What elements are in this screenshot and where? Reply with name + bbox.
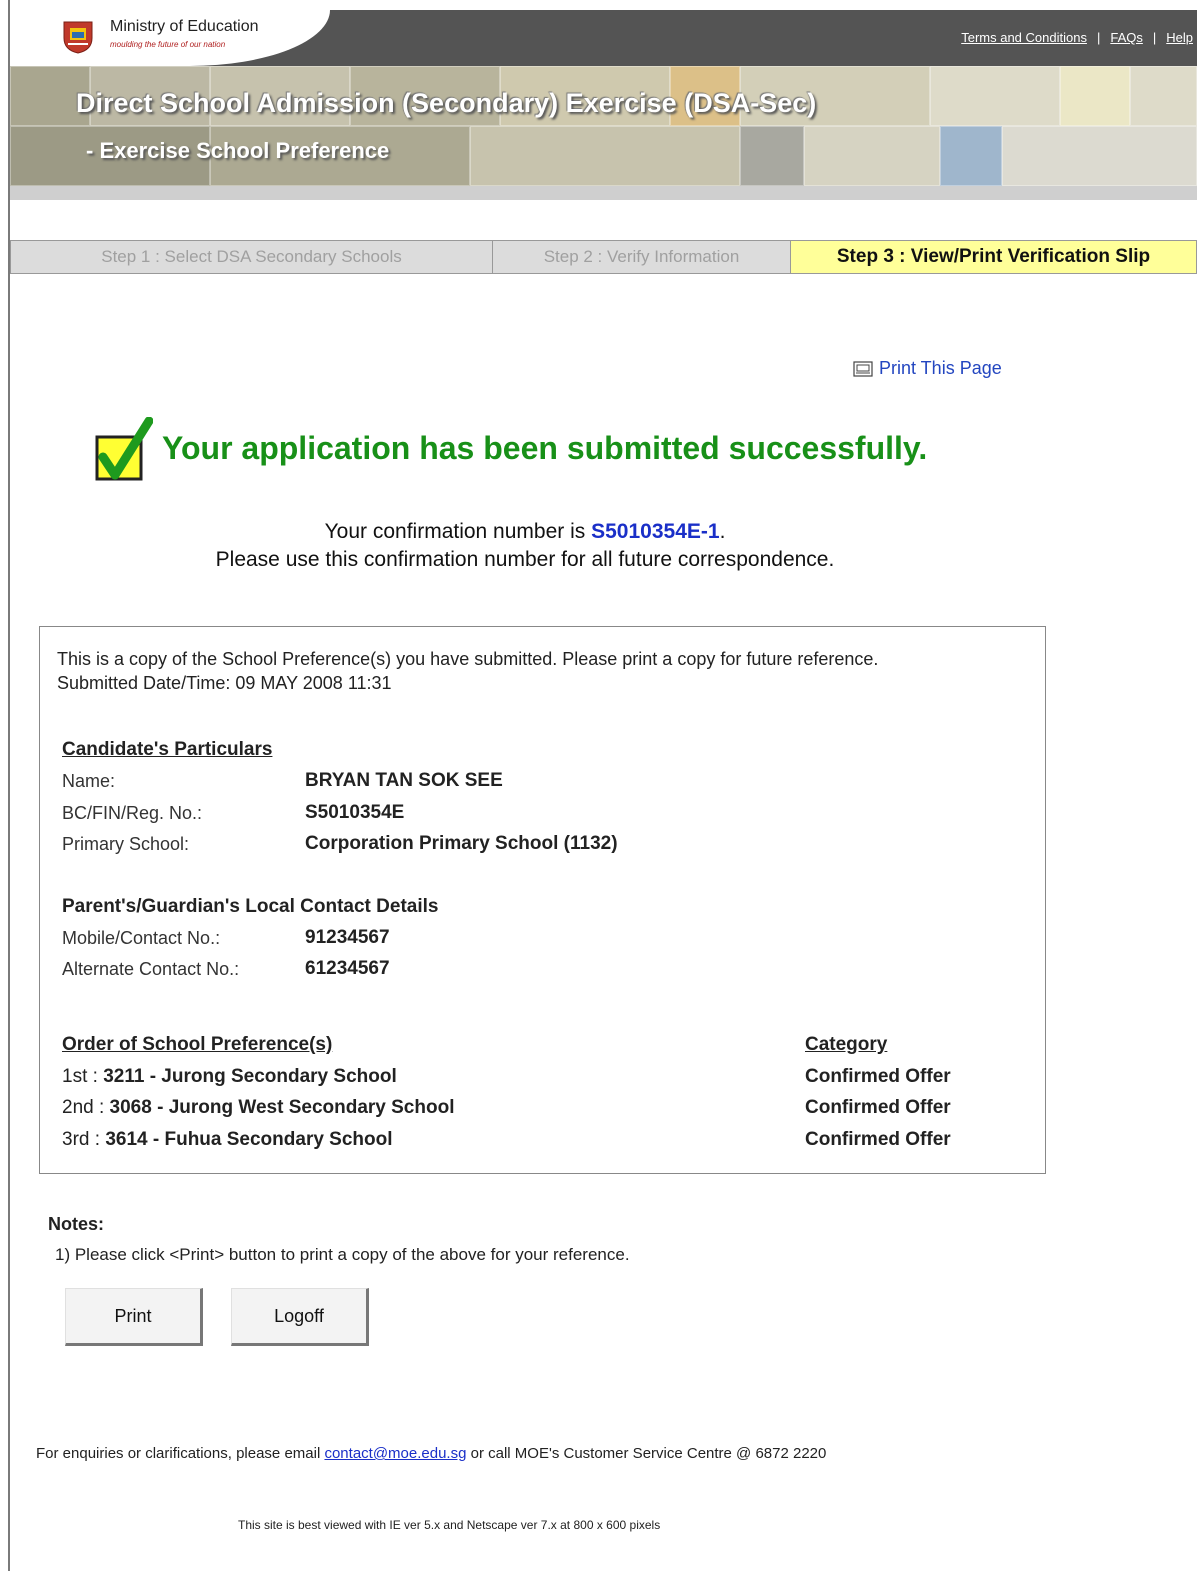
- banner-tile: [1060, 66, 1130, 126]
- enquiry-prefix: For enquiries or clarifications, please …: [36, 1445, 325, 1462]
- preference-category: Confirmed Offer: [805, 1066, 951, 1087]
- print-this-page-label: Print This Page: [879, 358, 1002, 378]
- primary-school-value: Corporation Primary School (1132): [305, 833, 618, 854]
- link-separator: |: [1096, 30, 1101, 45]
- step-2-verify-information: Step 2 : Verify Information: [493, 241, 791, 273]
- confirmation-number: S5010354E-1: [591, 520, 720, 543]
- contact-email-link[interactable]: contact@moe.edu.sg: [324, 1445, 466, 1462]
- candidate-particulars-title: Candidate's Particulars: [62, 739, 273, 760]
- preference-row: 3rd : 3614 - Fuhua Secondary School: [62, 1129, 393, 1151]
- faqs-link[interactable]: FAQs: [1110, 30, 1143, 45]
- preference-code: 3614: [105, 1129, 148, 1150]
- preference-school: - Fuhua Secondary School: [147, 1129, 393, 1150]
- step-1-select-schools: Step 1 : Select DSA Secondary Schools: [11, 241, 493, 273]
- best-viewed-note: This site is best viewed with IE ver 5.x…: [238, 1518, 661, 1532]
- submitted-datetime: Submitted Date/Time: 09 MAY 2008 11:31: [57, 673, 392, 693]
- step-indicator: Step 1 : Select DSA Secondary Schools St…: [10, 240, 1197, 274]
- confirmation-suffix: .: [719, 520, 726, 543]
- mobile-contact-label: Mobile/Contact No.:: [62, 928, 221, 948]
- preference-category: Confirmed Offer: [805, 1129, 951, 1150]
- slip-intro: This is a copy of the School Preference(…: [57, 647, 878, 695]
- notes-title: Notes:: [48, 1214, 105, 1234]
- banner-tile: [804, 126, 940, 186]
- preference-school: - Jurong West Secondary School: [151, 1097, 455, 1118]
- slip-intro-text: This is a copy of the School Preference(…: [57, 649, 879, 669]
- notes-item: 1) Please click <Print> button to print …: [55, 1245, 630, 1264]
- banner-title: Direct School Admission (Secondary) Exer…: [76, 88, 817, 118]
- logoff-button[interactable]: Logoff: [231, 1288, 369, 1346]
- name-value: BRYAN TAN SOK SEE: [305, 770, 503, 791]
- preference-code: 3211: [103, 1066, 145, 1087]
- step-3-view-print-slip: Step 3 : View/Print Verification Slip: [791, 241, 1196, 273]
- banner-tile: [740, 126, 804, 186]
- confirmation-note: Please use this confirmation number for …: [215, 548, 835, 571]
- success-message: Your application has been submitted succ…: [162, 430, 928, 466]
- banner-bottom-strip: [10, 186, 1197, 200]
- success-checkmark-icon: [95, 417, 153, 481]
- ministry-title: Ministry of Education: [110, 18, 259, 35]
- banner-tile: [930, 66, 1060, 126]
- printer-icon: [853, 360, 873, 377]
- banner-tile: [1002, 126, 1197, 186]
- link-separator: |: [1152, 30, 1157, 45]
- top-links: Terms and Conditions | FAQs | Help: [961, 30, 1193, 45]
- registration-no-label: BC/FIN/Reg. No.:: [62, 803, 203, 823]
- preference-order: 1st :: [62, 1066, 104, 1087]
- left-border: [8, 0, 10, 1571]
- help-link[interactable]: Help: [1166, 30, 1193, 45]
- alternate-contact-label: Alternate Contact No.:: [62, 959, 240, 979]
- verification-slip: This is a copy of the School Preference(…: [39, 626, 1046, 1174]
- school-preference-title: Order of School Preference(s): [62, 1034, 333, 1055]
- primary-school-label: Primary School:: [62, 834, 190, 854]
- banner: Direct School Admission (Secondary) Exer…: [10, 66, 1197, 186]
- preference-row: 2nd : 3068 - Jurong West Secondary Schoo…: [62, 1097, 454, 1119]
- category-title: Category: [805, 1034, 888, 1055]
- terms-link[interactable]: Terms and Conditions: [961, 30, 1087, 45]
- registration-no-value: S5010354E: [305, 802, 405, 823]
- preference-order: 3rd :: [62, 1129, 106, 1150]
- mobile-contact-value: 91234567: [305, 927, 390, 948]
- moe-logo-area[interactable]: Ministry of Education moulding the futur…: [10, 10, 330, 66]
- moe-crest-icon: [63, 21, 93, 54]
- contact-details-title: Parent's/Guardian's Local Contact Detail…: [62, 896, 439, 917]
- print-this-page-link[interactable]: Print This Page: [853, 358, 1002, 379]
- preference-row: 1st : 3211 - Jurong Secondary School: [62, 1066, 397, 1088]
- alternate-contact-value: 61234567: [305, 958, 390, 979]
- preference-category: Confirmed Offer: [805, 1097, 951, 1118]
- print-button[interactable]: Print: [65, 1288, 203, 1346]
- preference-order: 2nd :: [62, 1097, 110, 1118]
- confirmation-line: Your confirmation number is S5010354E-1.: [0, 520, 1050, 544]
- name-label: Name:: [62, 771, 116, 791]
- enquiry-suffix: or call MOE's Customer Service Centre @ …: [466, 1445, 827, 1462]
- top-header: Ministry of Education moulding the futur…: [10, 10, 1197, 66]
- preference-school: - Jurong Secondary School: [144, 1066, 397, 1087]
- enquiry-footer: For enquiries or clarifications, please …: [36, 1445, 826, 1462]
- banner-subtitle: - Exercise School Preference: [86, 138, 390, 163]
- banner-tile: [470, 126, 740, 186]
- banner-tile: [940, 126, 1002, 186]
- preference-code: 3068: [109, 1097, 152, 1118]
- ministry-tagline: moulding the future of our nation: [110, 40, 226, 49]
- confirmation-prefix: Your confirmation number is: [324, 520, 592, 543]
- banner-tile: [1130, 66, 1197, 126]
